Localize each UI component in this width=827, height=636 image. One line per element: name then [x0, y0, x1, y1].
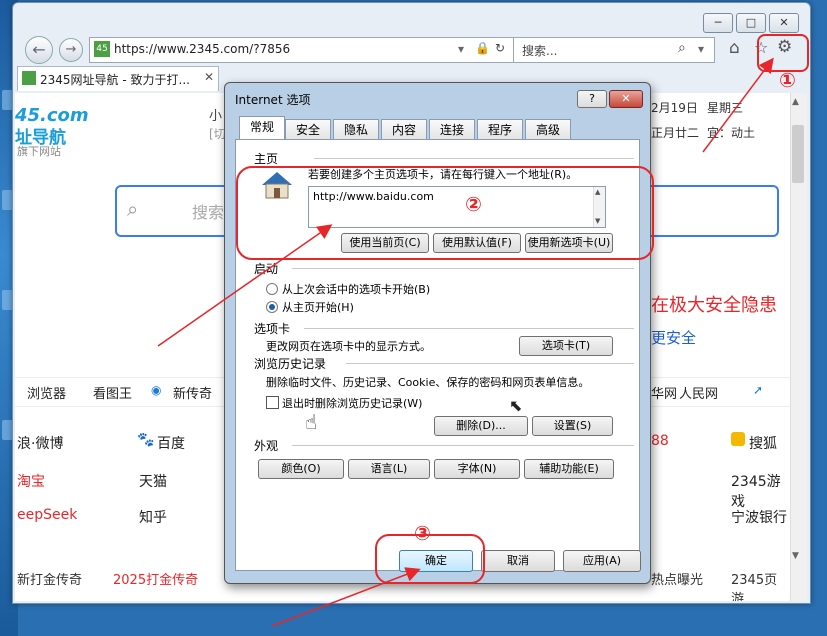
arrow-to-settings [702, 57, 774, 153]
annotation-arrows [157, 57, 774, 627]
arrow-to-ok [271, 567, 421, 627]
arrow-to-home [157, 224, 333, 347]
